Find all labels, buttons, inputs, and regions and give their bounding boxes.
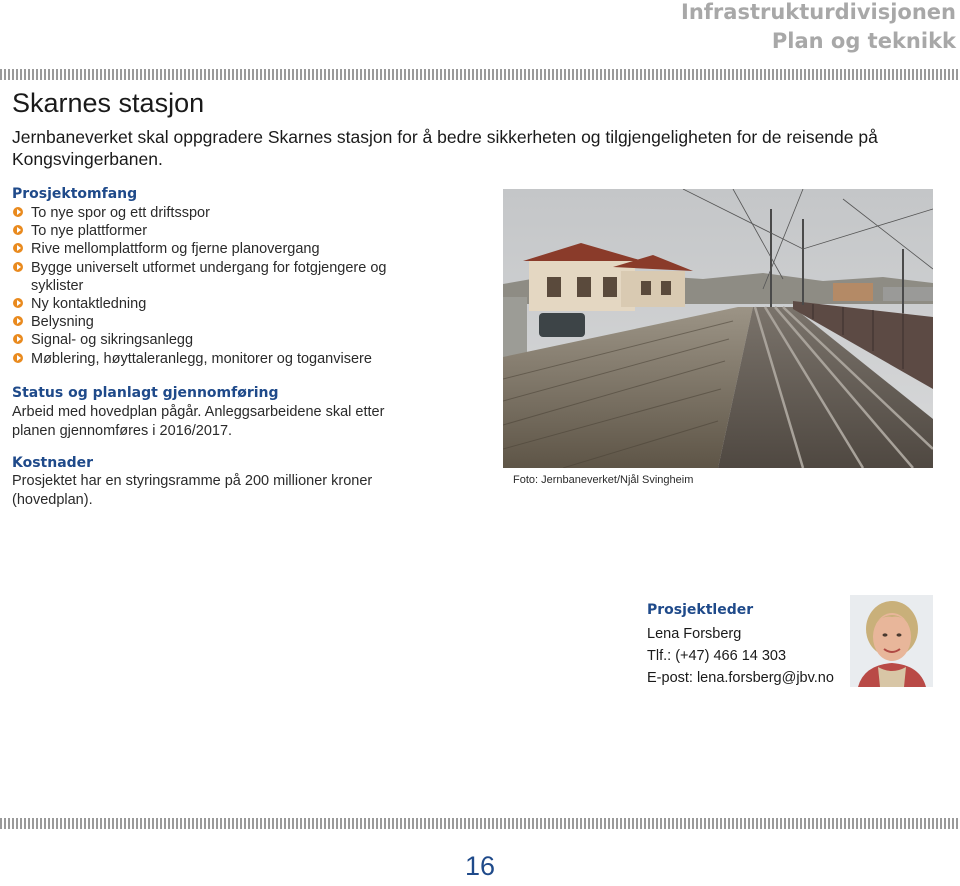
bullet-arrow-icon	[13, 298, 23, 309]
header-block: Infrastrukturdivisjonen Plan og teknikk	[681, 0, 956, 56]
photo-caption: Foto: Jernbaneverket/Njål Svingheim	[513, 474, 694, 486]
top-divider	[0, 69, 960, 80]
list-item-text: Møblering, høyttaleranlegg, monitorer og…	[31, 350, 372, 367]
bottom-divider	[0, 818, 960, 829]
leader-portrait	[850, 595, 933, 687]
bullet-arrow-icon	[13, 352, 23, 363]
station-photo	[503, 189, 933, 468]
project-leader-block: Prosjektleder Lena Forsberg Tlf.: (+47) …	[647, 602, 834, 689]
list-item: Bygge universelt utformet undergang for …	[12, 259, 412, 295]
list-item: Belysning	[12, 313, 412, 331]
costs-heading: Kostnader	[12, 455, 94, 471]
scope-list: To nye spor og ett driftsspor To nye pla…	[12, 204, 412, 368]
bullet-arrow-icon	[13, 316, 23, 327]
bullet-arrow-icon	[13, 243, 23, 254]
status-text: Arbeid med hovedplan pågår. Anleggsarbei…	[12, 404, 385, 439]
bullet-arrow-icon	[13, 225, 23, 236]
page-title: Skarnes stasjon	[12, 88, 205, 118]
leader-name: Lena Forsberg	[647, 626, 742, 642]
costs-text: Prosjektet har en styringsramme på 200 m…	[12, 473, 373, 508]
list-item-text: Ny kontaktledning	[31, 296, 147, 313]
status-heading: Status og planlagt gjennomføring	[12, 385, 279, 401]
list-item: To nye plattformer	[12, 222, 412, 240]
scope-heading: Prosjektomfang	[12, 186, 138, 202]
intro-paragraph: Jernbaneverket skal oppgradere Skarnes s…	[12, 127, 878, 169]
leader-phone: Tlf.: (+47) 466 14 303	[647, 648, 787, 664]
list-item-text: To nye plattformer	[31, 223, 148, 240]
bullet-arrow-icon	[13, 261, 23, 272]
bullet-arrow-icon	[13, 334, 23, 345]
list-item: Møblering, høyttaleranlegg, monitorer og…	[12, 350, 412, 368]
list-item: Rive mellomplattform og fjerne planoverg…	[12, 240, 412, 258]
list-item: Ny kontaktledning	[12, 295, 412, 313]
list-item: To nye spor og ett driftsspor	[12, 204, 412, 222]
page-number: 16	[464, 851, 496, 881]
list-item-text: To nye spor og ett driftsspor	[31, 205, 210, 221]
leader-email: E-post: lena.forsberg@jbv.no	[647, 670, 834, 686]
list-item-text: Bygge universelt utformet undergang for …	[31, 259, 387, 294]
list-item: Signal- og sikringsanlegg	[12, 331, 412, 349]
section-name: Plan og teknikk	[771, 29, 956, 53]
bullet-arrow-icon	[13, 207, 23, 217]
list-item-text: Rive mellomplattform og fjerne planoverg…	[31, 241, 320, 258]
leader-heading: Prosjektleder	[647, 602, 754, 618]
list-item-text: Belysning	[31, 314, 94, 331]
division-name: Infrastrukturdivisjonen	[681, 0, 956, 24]
list-item-text: Signal- og sikringsanlegg	[31, 332, 194, 349]
